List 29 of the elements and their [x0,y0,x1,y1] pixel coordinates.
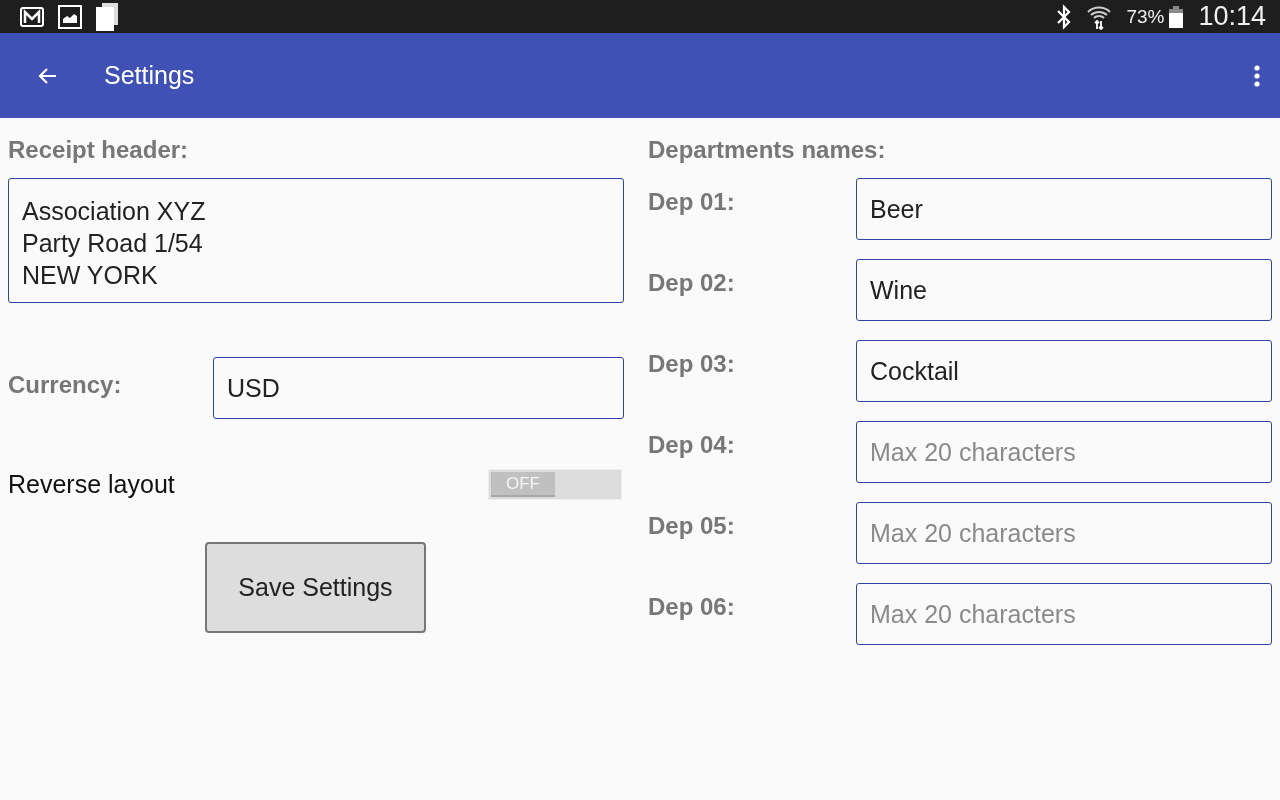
department-field[interactable]: Beer [856,178,1272,240]
toggle-label: Reverse layout [8,470,175,499]
field-label: Dep 03: [648,349,736,378]
section-label: Departments names: [648,136,887,164]
department-field[interactable]: Max 20 characters [856,583,1272,645]
more-vertical-icon [1254,64,1260,87]
battery-percent: 73% [1126,5,1165,28]
field-label: Dep 05: [648,511,736,540]
field-label: Dep 04: [648,430,736,459]
image-icon [58,4,82,29]
department-field[interactable]: Cocktail [856,340,1272,402]
department-field[interactable]: Max 20 characters [856,502,1272,564]
more-options-button[interactable] [1254,64,1260,87]
receipt-header-field[interactable]: Association XYZ Party Road 1/54 NEW YORK [8,178,624,303]
bluetooth-icon [1056,3,1073,30]
save-button[interactable]: Save Settings [205,542,426,633]
field-label: Currency: [8,370,123,399]
documents-icon [96,2,118,31]
screen-title: Settings [104,61,196,90]
department-field[interactable]: Wine [856,259,1272,321]
battery-icon [1168,5,1185,28]
field-label: Dep 02: [648,268,736,297]
field-label: Dep 01: [648,187,736,216]
field-label: Dep 06: [648,592,736,621]
department-field[interactable]: Max 20 characters [856,421,1272,483]
mail-icon [20,6,44,27]
section-label: Receipt header: [8,136,190,164]
currency-field[interactable]: USD [213,357,624,419]
clock-time: 10:14 [1198,1,1266,32]
